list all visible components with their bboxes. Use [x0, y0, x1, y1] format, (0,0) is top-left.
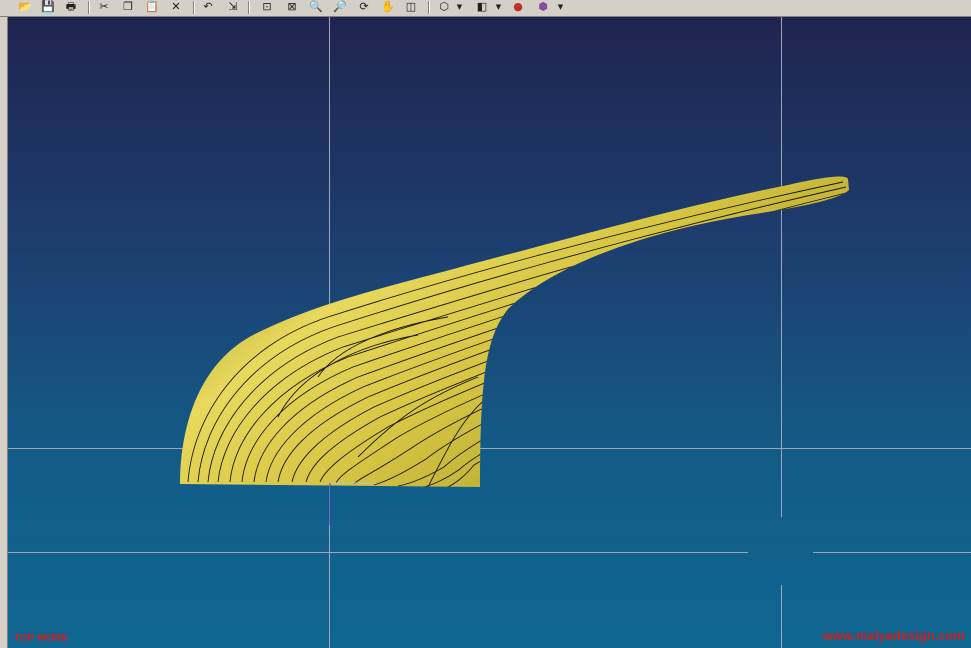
cut-icon[interactable]: ✂: [96, 0, 112, 14]
save-icon[interactable]: 💾: [40, 0, 56, 14]
toolbar-separator: [248, 1, 250, 14]
dropdown-arrow-icon[interactable]: ▼: [494, 0, 503, 14]
render-sphere-icon[interactable]: ●: [510, 0, 526, 14]
toolbar-separator: [88, 1, 90, 14]
paste-icon[interactable]: 📋: [144, 0, 160, 14]
surface-body: [180, 176, 849, 488]
delete-icon[interactable]: ✕: [168, 0, 184, 14]
view-cube-icon[interactable]: ⬡: [436, 0, 452, 14]
dropdown-arrow-icon[interactable]: ▼: [455, 0, 464, 14]
zoom-icon[interactable]: 🔎: [332, 0, 348, 14]
toolbar-separator: [428, 1, 430, 14]
zoom-area-icon[interactable]: 🔍: [308, 0, 324, 14]
dropdown-arrow-icon[interactable]: ▼: [556, 0, 565, 14]
copy-icon[interactable]: ❐: [120, 0, 136, 14]
snap-icon[interactable]: ⇲: [225, 0, 241, 14]
orient-icon[interactable]: ◫: [403, 0, 419, 14]
rotate-icon[interactable]: ⟳: [356, 0, 372, 14]
open-file-icon[interactable]: 📂: [17, 0, 33, 14]
left-panel-edge: [0, 17, 8, 648]
print-icon[interactable]: 🖶: [63, 0, 79, 14]
undo-icon[interactable]: ↶: [200, 0, 216, 14]
watermark-text: www.maiyadesign.com: [822, 628, 965, 643]
view-name-label: TOP WORK: [14, 633, 69, 644]
pan-icon[interactable]: ✋: [380, 0, 396, 14]
zoom-window-icon[interactable]: ⊠: [284, 0, 300, 14]
fit-view-icon[interactable]: ⊡: [259, 0, 275, 14]
toolbar-separator: [193, 1, 195, 14]
main-toolbar: 📂 💾 🖶 ✂ ❐ 📋 ✕ ↶ ⇲ ⊡ ⊠ 🔍 🔎 ⟳ ✋ ◫ ⬡ ▼ ◧ ▼ …: [0, 0, 971, 17]
origin-axes: [329, 482, 376, 525]
shaded-cube-icon[interactable]: ◧: [474, 0, 490, 14]
wire-cube-icon[interactable]: ⬢: [535, 0, 551, 14]
handle-surface-model[interactable]: [8, 17, 971, 648]
graphics-viewport[interactable]: TOP WORK www.maiyadesign.com: [8, 17, 971, 648]
